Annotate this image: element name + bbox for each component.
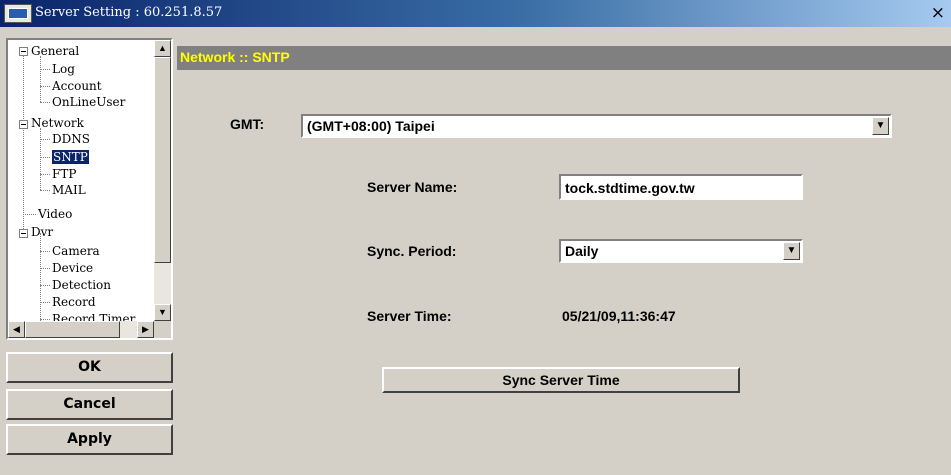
gmt-label: GMT:: [230, 116, 265, 132]
tree-item-video[interactable]: Video: [38, 206, 72, 222]
tree-content: General Log Account OnLineUser Network D…: [8, 40, 154, 321]
ok-button[interactable]: OK: [6, 352, 173, 383]
close-button[interactable]: ×: [931, 3, 945, 23]
tree-item-general[interactable]: General: [31, 43, 79, 59]
server-time-label: Server Time:: [367, 308, 452, 324]
tree-item-record[interactable]: Record: [52, 294, 96, 310]
chevron-down-icon[interactable]: ▼: [872, 117, 889, 135]
tree-horizontal-scrollbar[interactable]: ◀ ▶: [8, 321, 154, 338]
gmt-value: (GMT+08:00) Taipei: [307, 118, 435, 134]
tree-item-sntp-label: SNTP: [52, 150, 89, 164]
tree-item-record-timer[interactable]: Record Timer: [52, 311, 135, 321]
sync-server-time-button[interactable]: Sync Server Time: [382, 367, 740, 393]
arrow-right-icon[interactable]: ▶: [137, 321, 154, 338]
tree-item-detection[interactable]: Detection: [52, 277, 111, 293]
sync-period-select[interactable]: Daily ▼: [559, 239, 803, 263]
collapse-icon[interactable]: [19, 120, 28, 129]
arrow-left-icon[interactable]: ◀: [8, 321, 25, 338]
cancel-button[interactable]: Cancel: [6, 389, 173, 420]
sntp-panel: Network :: SNTP GMT: (GMT+08:00) Taipei …: [177, 38, 951, 475]
tree-item-dvr[interactable]: Dvr: [31, 224, 53, 240]
tree-item-ftp[interactable]: FTP: [52, 166, 76, 182]
sync-period-label: Sync. Period:: [367, 243, 457, 259]
scroll-thumb[interactable]: [25, 321, 120, 338]
collapse-icon[interactable]: [19, 229, 28, 238]
window-title: Server Setting : 60.251.8.57: [35, 5, 223, 20]
scroll-thumb[interactable]: [154, 57, 171, 263]
settings-tree: General Log Account OnLineUser Network D…: [6, 38, 173, 340]
tree-item-sntp[interactable]: SNTP: [52, 149, 89, 165]
tree-item-onlineuser[interactable]: OnLineUser: [52, 94, 125, 110]
server-name-label: Server Name:: [367, 179, 458, 195]
tree-vertical-scrollbar[interactable]: ▲ ▼: [154, 40, 171, 321]
computer-icon: [4, 4, 32, 23]
arrow-up-icon[interactable]: ▲: [154, 40, 171, 57]
server-name-value: tock.stdtime.gov.tw: [565, 180, 695, 196]
scrollbar-corner: [154, 321, 171, 338]
tree-item-network[interactable]: Network: [31, 115, 84, 131]
panel-title: Network :: SNTP: [180, 49, 290, 65]
server-name-input[interactable]: tock.stdtime.gov.tw: [559, 174, 803, 200]
title-bar: Server Setting : 60.251.8.57 ×: [0, 0, 951, 27]
sync-period-value: Daily: [565, 243, 599, 259]
tree-item-camera[interactable]: Camera: [52, 243, 100, 259]
apply-button[interactable]: Apply: [6, 424, 173, 455]
tree-item-log[interactable]: Log: [52, 61, 75, 77]
tree-item-ddns[interactable]: DDNS: [52, 131, 90, 147]
panel-header: Network :: SNTP: [177, 46, 951, 70]
tree-item-device[interactable]: Device: [52, 260, 93, 276]
gmt-select[interactable]: (GMT+08:00) Taipei ▼: [301, 114, 892, 138]
chevron-down-icon[interactable]: ▼: [783, 242, 800, 260]
collapse-icon[interactable]: [19, 47, 28, 56]
tree-item-mail[interactable]: MAIL: [52, 182, 86, 198]
tree-item-account[interactable]: Account: [52, 78, 102, 94]
arrow-down-icon[interactable]: ▼: [154, 304, 171, 321]
server-time-value: 05/21/09,11:36:47: [562, 308, 676, 324]
